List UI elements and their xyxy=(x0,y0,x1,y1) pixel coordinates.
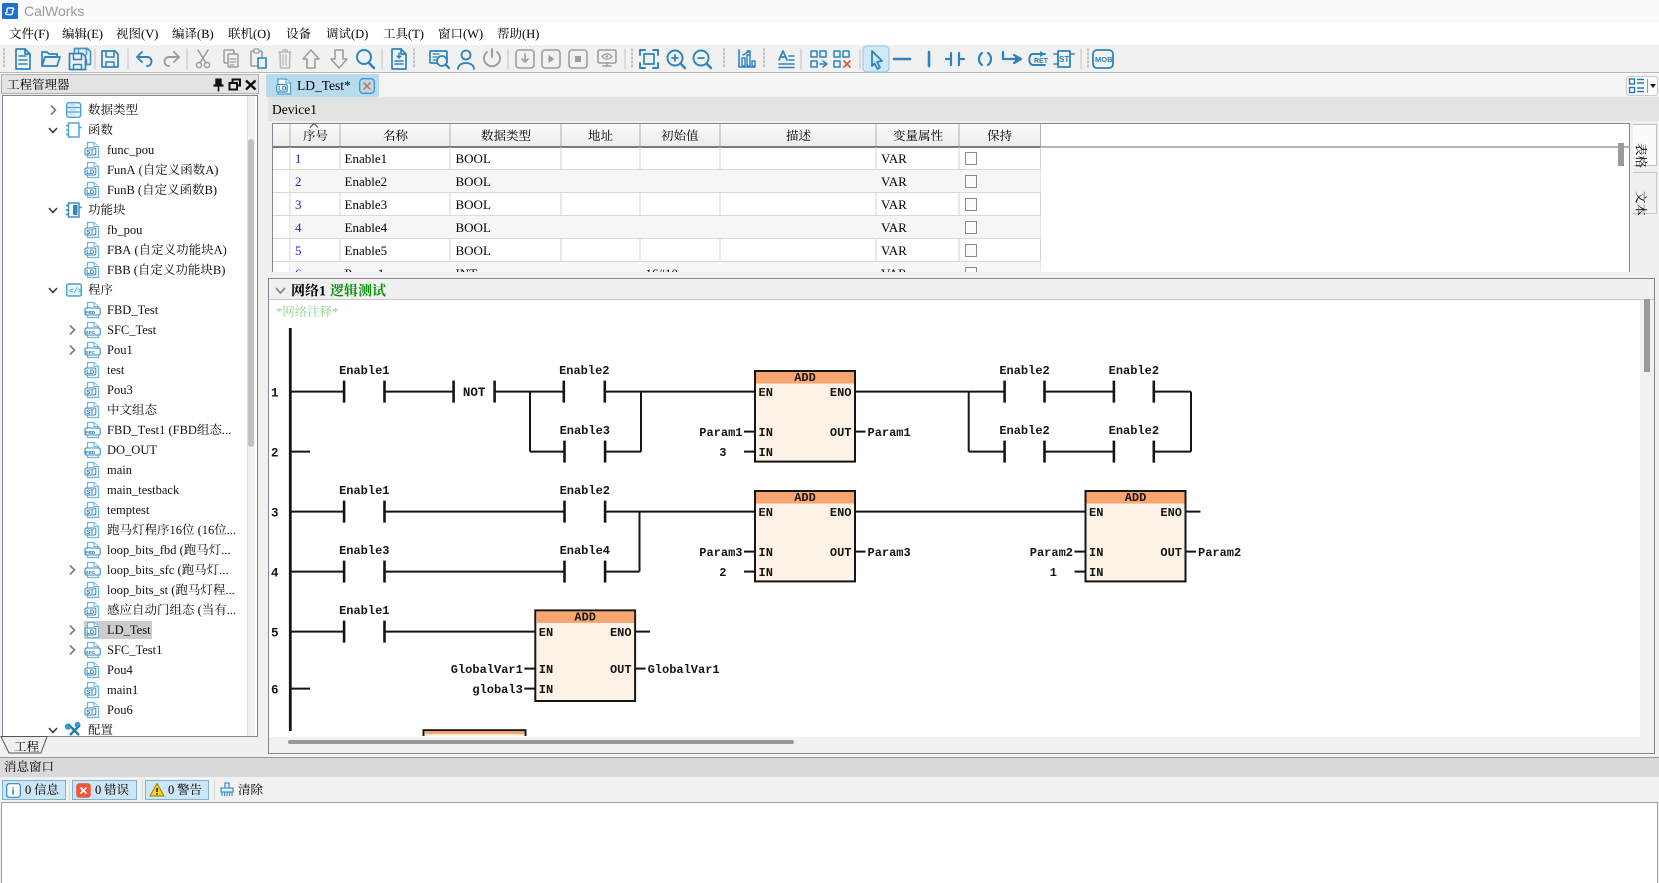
svg-text:2: 2 xyxy=(271,446,279,460)
svg-text:Enable3: Enable3 xyxy=(339,544,389,558)
svg-text:Enable3: Enable3 xyxy=(559,424,609,438)
svg-text:Param1: Param1 xyxy=(867,426,910,440)
svg-text:6: 6 xyxy=(271,683,279,697)
svg-text:IN: IN xyxy=(758,446,772,460)
svg-text:Param2: Param2 xyxy=(1198,546,1241,560)
svg-text:EN: EN xyxy=(1089,506,1103,520)
svg-text:Enable2: Enable2 xyxy=(559,484,609,498)
svg-text:Enable1: Enable1 xyxy=(339,484,389,498)
svg-text:IN: IN xyxy=(1089,546,1103,560)
svg-text:ENO: ENO xyxy=(829,506,851,520)
svg-text:OUT: OUT xyxy=(829,426,851,440)
svg-text:ENO: ENO xyxy=(1160,506,1182,520)
svg-text:Enable4: Enable4 xyxy=(559,544,609,558)
svg-text:OUT: OUT xyxy=(829,546,851,560)
svg-text:Enable1: Enable1 xyxy=(339,604,389,618)
svg-text:IN: IN xyxy=(538,663,552,677)
svg-text:EN: EN xyxy=(758,506,772,520)
svg-text:IN: IN xyxy=(758,546,772,560)
svg-text:IN: IN xyxy=(758,566,772,580)
svg-text:1: 1 xyxy=(1049,566,1056,580)
svg-text:Param1: Param1 xyxy=(699,426,742,440)
svg-text:5: 5 xyxy=(271,626,279,640)
svg-text:IN: IN xyxy=(1089,566,1103,580)
svg-text:Param3: Param3 xyxy=(699,546,742,560)
svg-text:Param3: Param3 xyxy=(867,546,910,560)
svg-text:4: 4 xyxy=(271,566,279,580)
svg-text:global3: global3 xyxy=(472,683,522,697)
svg-text:i: i xyxy=(12,785,15,797)
svg-text:OUT: OUT xyxy=(609,663,631,677)
svg-text:Param2: Param2 xyxy=(1029,546,1072,560)
svg-text:IN: IN xyxy=(758,426,772,440)
svg-text:Enable2: Enable2 xyxy=(1108,364,1158,378)
svg-text:Enable1: Enable1 xyxy=(339,364,389,378)
svg-text:OUT: OUT xyxy=(1160,546,1182,560)
svg-text:2: 2 xyxy=(719,566,726,580)
svg-text:3: 3 xyxy=(271,506,279,520)
svg-text:3: 3 xyxy=(719,446,726,460)
svg-text:ENO: ENO xyxy=(609,626,631,640)
svg-text:GlobalVar1: GlobalVar1 xyxy=(647,663,719,677)
svg-text:ADD: ADD xyxy=(794,371,816,385)
svg-text:1: 1 xyxy=(271,386,279,400)
svg-text:Enable2: Enable2 xyxy=(999,424,1049,438)
svg-text:ADD: ADD xyxy=(574,611,596,625)
svg-text:ENO: ENO xyxy=(829,386,851,400)
svg-text:GlobalVar1: GlobalVar1 xyxy=(450,663,522,677)
svg-text:NOT: NOT xyxy=(462,386,485,400)
svg-text:EN: EN xyxy=(538,626,552,640)
svg-text:Enable2: Enable2 xyxy=(1108,424,1158,438)
svg-text:ADD: ADD xyxy=(794,491,816,505)
svg-text:Enable2: Enable2 xyxy=(559,364,609,378)
svg-text:IN: IN xyxy=(538,683,552,697)
svg-text:EN: EN xyxy=(758,386,772,400)
svg-text:ADD: ADD xyxy=(1124,491,1146,505)
svg-text:Enable2: Enable2 xyxy=(999,364,1049,378)
